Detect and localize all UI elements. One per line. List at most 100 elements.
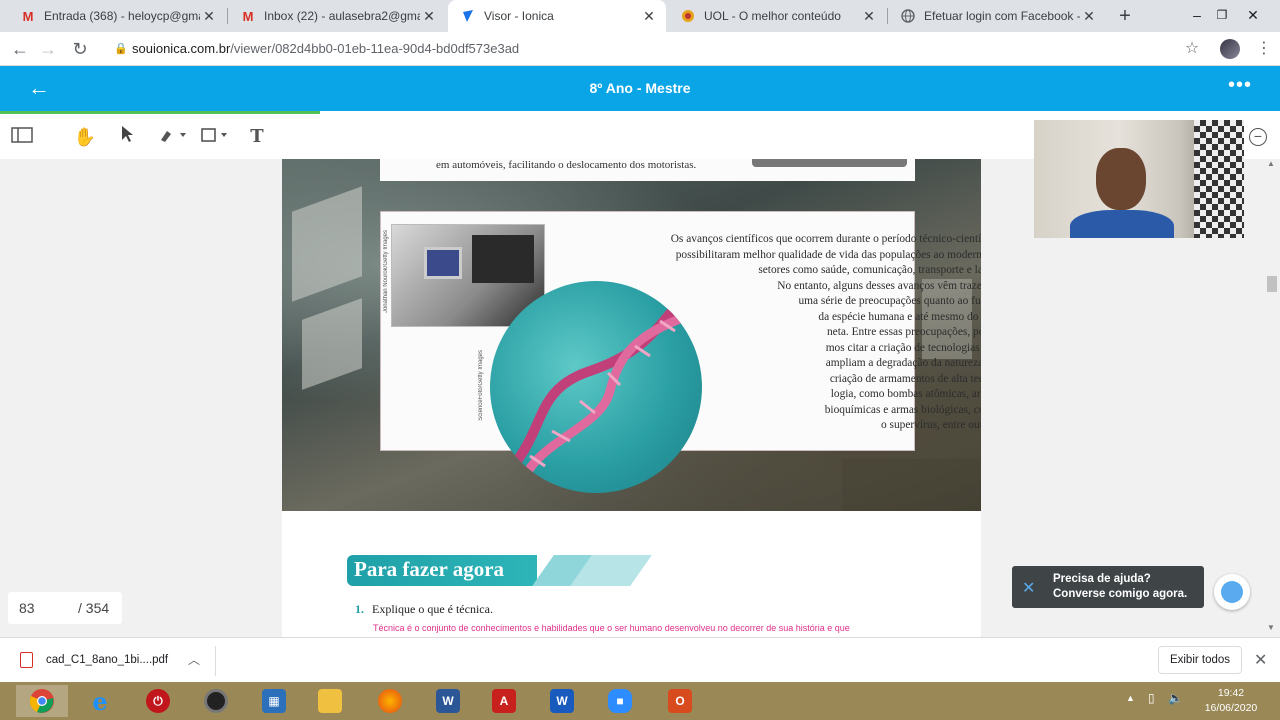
scroll-down-icon[interactable]: ▼ xyxy=(1267,623,1275,632)
question-number: 1. xyxy=(355,602,364,616)
chat-assistant-icon[interactable] xyxy=(1214,574,1250,610)
answer-text: Técnica é o conjunto de conhecimentos e … xyxy=(373,623,850,633)
tab-gmail-inbox[interactable]: M Inbox (22) - aulasebra2@gmail ✕ xyxy=(228,0,446,32)
globe-icon xyxy=(900,8,916,24)
url-path: /viewer/082d4bb0-01eb-11ea-90d4-bd0df573… xyxy=(230,41,520,56)
vertical-scrollbar[interactable]: ▲ ▼ xyxy=(1264,159,1280,637)
background-pattern xyxy=(1194,120,1244,238)
battery-icon[interactable]: ▯ xyxy=(1148,691,1155,705)
clock-date: 16/06/2020 xyxy=(1204,702,1258,714)
close-downloads-icon[interactable]: ✕ xyxy=(1254,650,1267,670)
highlighter-icon[interactable] xyxy=(156,124,190,150)
taskbar-clock[interactable]: 19:42 16/06/2020 xyxy=(1196,686,1266,716)
shape-rectangle-icon[interactable] xyxy=(198,124,232,150)
caption-box: em automóveis, facilitando o deslocament… xyxy=(380,159,915,181)
word2-icon[interactable]: W xyxy=(536,685,588,717)
body-line: mos citar a criação de tecnologias que xyxy=(825,341,981,354)
photo-credit: ScienceFoto/Getty Images xyxy=(478,350,484,421)
close-icon[interactable]: ✕ xyxy=(1022,578,1035,598)
firefox-icon[interactable] xyxy=(364,685,416,717)
tab-title: Entrada (368) - heloycp@gmail xyxy=(44,9,200,23)
lock-icon: 🔒 xyxy=(114,43,128,55)
webcam-video[interactable] xyxy=(1034,120,1244,238)
tray-expand-icon[interactable]: ▲ xyxy=(1126,693,1135,703)
question-1: 1. Explique o que é técnica. xyxy=(355,602,493,617)
person-head xyxy=(1096,148,1146,210)
microscope-device xyxy=(472,235,534,283)
more-options-icon[interactable]: ••• xyxy=(1228,74,1252,97)
windows-taskbar: e ⏻ ▦ W A W ■ O ▲ ▯ 🔈 19:42 16/06/2020 xyxy=(0,682,1280,720)
close-tab-icon[interactable]: ✕ xyxy=(640,8,658,25)
close-tab-icon[interactable]: ✕ xyxy=(1080,8,1098,25)
tab-title: Inbox (22) - aulasebra2@gmail xyxy=(264,9,420,23)
forward-arrow-icon[interactable]: → xyxy=(36,37,60,61)
acrobat-icon[interactable]: A xyxy=(478,685,530,717)
tab-gmail-entrada[interactable]: M Entrada (368) - heloycp@gmail ✕ xyxy=(8,0,226,32)
power-icon[interactable]: ⏻ xyxy=(132,685,184,717)
body-paragraph: Os avanços científicos que ocorrem duran… xyxy=(653,232,981,434)
ie-icon[interactable]: e xyxy=(74,685,126,717)
reload-icon[interactable]: ↻ xyxy=(68,37,92,61)
zoom-icon[interactable]: ■ xyxy=(594,685,646,717)
new-tab-button[interactable]: + xyxy=(1114,4,1136,28)
bookmark-star-icon[interactable]: ☆ xyxy=(1180,37,1204,61)
body-line: neta. Entre essas preocupações, pode- xyxy=(826,326,981,338)
aerial-city-photo: em automóveis, facilitando o deslocament… xyxy=(282,159,981,511)
divider xyxy=(215,646,216,676)
tab-visor-ionica[interactable]: Visor - Ionica ✕ xyxy=(448,0,666,32)
back-arrow-icon[interactable]: ← xyxy=(8,37,32,61)
page-indicator[interactable]: 83 / 354 xyxy=(8,592,122,624)
tab-title: Visor - Ionica xyxy=(484,9,554,23)
body-line: uma série de preocupações quanto ao futu… xyxy=(798,295,981,307)
sidebar-toggle-icon[interactable] xyxy=(10,124,34,150)
hand-pan-icon[interactable]: ✋ xyxy=(72,124,98,150)
close-window-icon[interactable]: ✕ xyxy=(1238,0,1268,32)
document-page: em automóveis, facilitando o deslocament… xyxy=(282,159,981,637)
tab-facebook-login[interactable]: Efetuar login com Facebook - Z ✕ xyxy=(888,0,1106,32)
url-field[interactable]: 🔒 souionica.com.br/viewer/082d4bb0-01eb-… xyxy=(108,35,1208,63)
restore-window-icon[interactable]: ❐ xyxy=(1207,0,1237,32)
building-shape xyxy=(292,186,362,302)
body-line: ampliam a degradação da natureza e a xyxy=(825,357,981,369)
body-line: No entanto, alguns desses avanços vêm tr… xyxy=(777,279,981,292)
section-banner: Para fazer agora xyxy=(347,555,652,587)
camera-icon[interactable] xyxy=(190,685,242,717)
current-page-input[interactable]: 83 xyxy=(19,592,35,624)
scrollbar-thumb[interactable] xyxy=(1267,276,1277,292)
section-title: Para fazer agora xyxy=(354,557,505,581)
body-line: criação de armamentos de alta tecno- xyxy=(829,372,981,385)
tab-strip: M Entrada (368) - heloycp@gmail ✕ M Inbo… xyxy=(0,0,1280,32)
office-icon[interactable]: O xyxy=(654,685,706,717)
person-shirt xyxy=(1070,210,1174,238)
body-line: Os avanços científicos que ocorrem duran… xyxy=(670,233,981,245)
ground-shape xyxy=(842,459,981,511)
chrome-icon[interactable] xyxy=(16,685,68,717)
gmail-icon: M xyxy=(22,8,34,24)
scroll-up-icon[interactable]: ▲ xyxy=(1267,159,1275,168)
word-icon[interactable]: W xyxy=(422,685,474,717)
close-tab-icon[interactable]: ✕ xyxy=(200,8,218,25)
help-line-2: Converse comigo agora. xyxy=(1053,588,1188,600)
body-line: possibilitaram melhor qualidade de vida … xyxy=(675,248,981,261)
body-line: da espécie humana e até mesmo do pla- xyxy=(818,310,981,323)
folder-icon[interactable] xyxy=(304,685,356,717)
calculator-icon[interactable]: ▦ xyxy=(248,685,300,717)
show-all-downloads-button[interactable]: Exibir todos xyxy=(1158,646,1242,674)
chevron-up-icon[interactable]: ︿ xyxy=(188,651,200,668)
text-tool-icon[interactable]: T xyxy=(246,124,268,150)
tab-uol[interactable]: UOL - O melhor conteúdo ✕ xyxy=(668,0,886,32)
browser-menu-icon[interactable]: ⋮ xyxy=(1252,37,1276,61)
volume-icon[interactable]: 🔈 xyxy=(1168,691,1183,705)
pointer-select-icon[interactable] xyxy=(116,124,138,150)
profile-avatar[interactable] xyxy=(1218,37,1242,61)
close-tab-icon[interactable]: ✕ xyxy=(420,8,438,25)
download-filename[interactable]: cad_C1_8ano_1bi....pdf xyxy=(46,654,168,666)
page-title: 8º Ano - Mestre xyxy=(589,80,691,96)
close-tab-icon[interactable]: ✕ xyxy=(860,8,878,25)
zoom-out-icon[interactable]: − xyxy=(1249,128,1267,146)
uol-icon xyxy=(680,8,696,24)
address-bar-row: ← → ↻ 🔒 souionica.com.br/viewer/082d4bb0… xyxy=(0,32,1280,66)
back-arrow-icon[interactable]: ← xyxy=(28,76,52,100)
total-pages: / 354 xyxy=(78,600,110,616)
help-chat-bubble[interactable]: ✕ Precisa de ajuda? Converse comigo agor… xyxy=(1012,566,1204,608)
